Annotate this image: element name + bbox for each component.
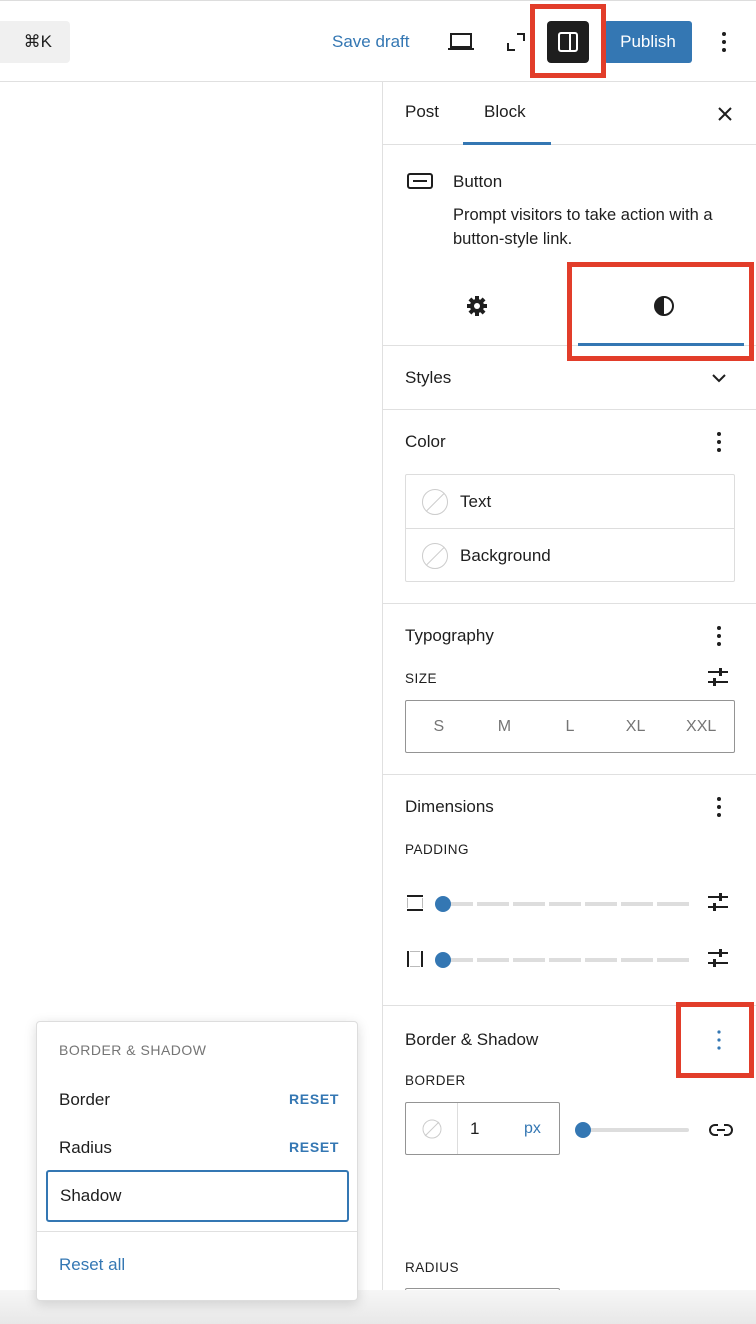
- editor-header: ⌘K Save draft Publish: [0, 0, 756, 82]
- color-panel: Color Text Background: [383, 410, 756, 604]
- shadow-menu-item[interactable]: Shadow: [46, 1170, 349, 1222]
- padding-horizontal-thumb[interactable]: [435, 952, 451, 968]
- padding-horizontal-track[interactable]: [441, 958, 693, 962]
- dimensions-title: Dimensions: [405, 797, 494, 816]
- dimensions-options-icon[interactable]: [709, 795, 729, 819]
- options-menu-icon[interactable]: [710, 28, 738, 56]
- typography-title: Typography: [405, 626, 494, 645]
- tab-settings[interactable]: [383, 265, 570, 346]
- sidebar-tabs: Post Block: [383, 82, 756, 145]
- contrast-icon: [653, 295, 674, 316]
- color-list: Text Background: [405, 474, 735, 582]
- reset-all-button[interactable]: Reset all: [59, 1255, 125, 1275]
- text-color-label: Text: [460, 491, 492, 511]
- color-options-icon[interactable]: [709, 430, 729, 454]
- font-size-picker: S M L XL XXL: [405, 700, 735, 753]
- gear-icon: [466, 295, 487, 316]
- styles-panel[interactable]: Styles: [383, 346, 756, 410]
- size-option-xl[interactable]: XL: [603, 701, 669, 752]
- sidebar-panel-icon: [558, 32, 578, 52]
- padding-label: PADDING: [405, 842, 470, 857]
- block-title: Button: [453, 172, 503, 191]
- border-shadow-dropdown: BORDER & SHADOW Border RESET Radius RESE…: [36, 1021, 358, 1301]
- padding-vertical-custom-icon[interactable]: [707, 892, 729, 917]
- border-width-track[interactable]: [583, 1128, 689, 1132]
- settings-sidebar-toggle[interactable]: [547, 21, 589, 63]
- border-shadow-panel: Border & Shadow BORDER 1 px RADIUS 0 px: [383, 1006, 756, 1324]
- border-label: BORDER: [405, 1073, 466, 1088]
- size-label: SIZE: [405, 671, 438, 686]
- border-width-unit[interactable]: px: [524, 1120, 541, 1138]
- custom-size-icon[interactable]: [707, 667, 729, 692]
- fullscreen-icon[interactable]: [502, 28, 530, 56]
- save-draft-button[interactable]: Save draft: [332, 32, 410, 52]
- block-description: Prompt visitors to take action with a bu…: [453, 206, 713, 248]
- dropdown-divider: [37, 1231, 357, 1232]
- background-color-item[interactable]: Background: [406, 529, 734, 583]
- tab-styles[interactable]: [570, 265, 756, 346]
- size-option-xxl[interactable]: XXL: [668, 701, 734, 752]
- styles-title: Styles: [405, 368, 452, 387]
- text-color-item[interactable]: Text: [406, 475, 734, 529]
- radius-menu-item[interactable]: Radius: [59, 1138, 112, 1158]
- size-option-m[interactable]: M: [472, 701, 538, 752]
- padding-vertical-track[interactable]: [441, 902, 693, 906]
- command-shortcut: ⌘K: [23, 32, 52, 51]
- radius-reset-button[interactable]: RESET: [289, 1139, 339, 1155]
- tab-post[interactable]: Post: [405, 102, 439, 122]
- dropdown-heading: BORDER & SHADOW: [59, 1042, 207, 1058]
- padding-vertical-control: [405, 888, 735, 918]
- desktop-preview-icon[interactable]: [447, 28, 475, 56]
- padding-horizontal-icon: [405, 949, 425, 974]
- tab-block[interactable]: Block: [484, 102, 526, 122]
- block-card: Button Prompt visitors to take action wi…: [383, 145, 756, 265]
- close-icon[interactable]: [713, 102, 737, 126]
- border-width-thumb[interactable]: [575, 1122, 591, 1138]
- border-menu-item[interactable]: Border: [59, 1090, 110, 1110]
- radius-label: RADIUS: [405, 1260, 460, 1275]
- block-inspector-tabs: [383, 265, 756, 346]
- padding-vertical-thumb[interactable]: [435, 896, 451, 912]
- link-icon[interactable]: [709, 1120, 733, 1145]
- empty-swatch-icon: [422, 1119, 441, 1138]
- border-reset-button[interactable]: RESET: [289, 1091, 339, 1107]
- empty-swatch-icon: [422, 488, 448, 515]
- padding-horizontal-control: [405, 944, 735, 974]
- size-option-l[interactable]: L: [537, 701, 603, 752]
- settings-sidebar: Post Block Button Prompt visitors to tak…: [382, 82, 756, 1324]
- empty-swatch-icon: [422, 543, 448, 569]
- dimensions-panel: Dimensions PADDING: [383, 775, 756, 1006]
- border-shadow-title: Border & Shadow: [405, 1030, 539, 1049]
- border-width-input[interactable]: 1 px: [405, 1102, 560, 1155]
- background-color-label: Background: [460, 546, 551, 565]
- border-width-value: 1: [470, 1118, 480, 1138]
- size-option-s[interactable]: S: [406, 701, 472, 752]
- border-shadow-options-icon[interactable]: [709, 1028, 729, 1052]
- command-palette-button[interactable]: ⌘K: [0, 21, 70, 63]
- publish-button[interactable]: Publish: [604, 21, 692, 63]
- padding-vertical-icon: [405, 893, 425, 918]
- border-color-swatch[interactable]: [406, 1103, 458, 1154]
- chevron-down-icon[interactable]: [709, 366, 729, 390]
- button-block-icon: [407, 172, 433, 195]
- color-title: Color: [405, 432, 446, 451]
- typography-panel: Typography SIZE S M L XL XXL: [383, 604, 756, 775]
- typography-options-icon[interactable]: [709, 624, 729, 648]
- padding-horizontal-custom-icon[interactable]: [707, 948, 729, 973]
